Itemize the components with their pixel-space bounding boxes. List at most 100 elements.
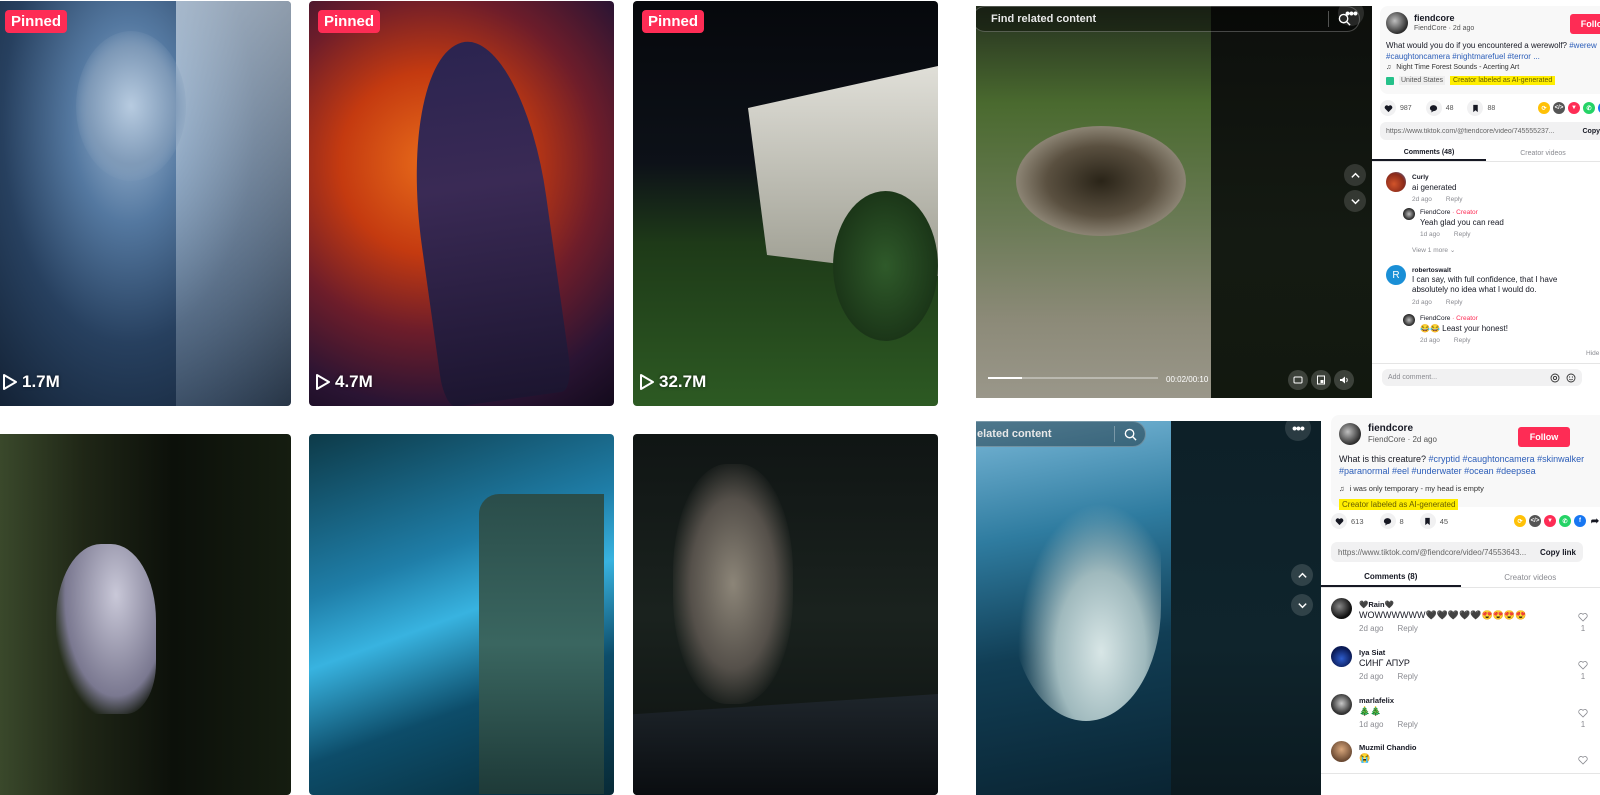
commenter-name[interactable]: Muzmil Chandio [1359,743,1417,752]
commenter-name[interactable]: robertoswalt [1412,267,1451,274]
view-more-replies[interactable]: View 1 more ⌄ [1412,246,1455,254]
commenter-name[interactable]: FiendCore · Creator [1420,315,1478,322]
comment-meta: 1d ago Reply [1420,231,1471,238]
commenter-name[interactable]: marlafelix [1359,696,1394,705]
repost-icon[interactable]: ⟳ [1514,515,1526,527]
commenter-avatar[interactable] [1386,172,1406,192]
video-details-panel: fiendcore FiendCore · 2d ago Follow What… [1372,0,1600,400]
video-thumbnail[interactable]: Pinned 32.7M [633,1,938,406]
creator-username[interactable]: fiendcore [1414,13,1455,23]
commenter-name[interactable]: 🖤Rain🖤 [1359,600,1394,609]
video-thumbnail[interactable] [309,434,614,795]
comment-like-count: 1 [1580,624,1586,633]
comment-like-button[interactable]: 1 [1578,612,1588,633]
save-button[interactable]: 45 [1419,513,1448,529]
video-frame[interactable] [976,6,1211,398]
embed-icon[interactable]: </> [1553,102,1565,114]
commenter-avatar[interactable] [1331,694,1352,715]
copy-link-button[interactable]: Copy link [1540,548,1576,557]
commenter-name[interactable]: Iya Siat [1359,648,1385,657]
creator-username[interactable]: fiendcore [1368,423,1413,434]
captions-button[interactable] [1288,370,1308,390]
commenter-avatar[interactable] [1331,646,1352,667]
share-icons: ⟳ </> ▼ ✆ f ➦ [1514,515,1600,527]
reply-button[interactable]: Reply [1397,624,1417,633]
volume-icon [1340,376,1348,384]
tab-comments[interactable]: Comments (8) [1321,568,1461,587]
tab-creator-videos[interactable]: Creator videos [1486,145,1600,161]
search-input[interactable]: elated content [976,428,1114,440]
commenter-avatar[interactable] [1331,741,1352,762]
like-button[interactable]: 613 [1331,513,1364,529]
comment-button[interactable]: 48 [1425,100,1453,116]
save-button[interactable]: 88 [1467,100,1495,116]
commenter-avatar[interactable]: R [1386,265,1406,285]
reply-button[interactable]: Reply [1397,720,1417,729]
next-video-button[interactable] [1291,594,1313,616]
whatsapp-icon[interactable]: ✆ [1559,515,1571,527]
video-url[interactable]: https://www.tiktok.com/@fiendcore/video/… [1386,128,1555,135]
post-info-card: fiendcore FiendCore · 2d ago Follow What… [1380,6,1600,94]
comment-like-button[interactable]: 1 [1578,708,1588,729]
commenter-name[interactable]: FiendCore · Creator [1420,209,1478,216]
like-button[interactable]: 987 [1380,100,1412,116]
comment-text: Yeah glad you can read [1420,218,1504,227]
video-thumbnail[interactable] [633,434,938,795]
commenter-name[interactable]: Curly [1412,174,1429,181]
reply-button[interactable]: Reply [1454,231,1471,238]
hide-replies-link[interactable]: Hide [1586,350,1599,357]
video-url[interactable]: https://www.tiktok.com/@fiendcore/video/… [1338,548,1526,557]
repost-icon[interactable]: ⟳ [1538,102,1550,114]
facebook-icon[interactable]: f [1574,515,1586,527]
music-track[interactable]: ♫ i was only temporary - my head is empt… [1339,484,1484,493]
follow-button[interactable]: Follow [1570,14,1600,34]
comment-like-count: 1 [1580,672,1586,681]
related-search[interactable]: Find related content [976,6,1360,32]
commenter-avatar[interactable] [1403,208,1415,220]
hashtag-link[interactable]: #caughtoncamera #nightmarefuel #terror .… [1386,52,1540,61]
previous-video-button[interactable] [1291,564,1313,586]
share-arrow-icon[interactable]: ➦ [1589,515,1600,527]
comment-like-button[interactable]: 1 [1578,660,1588,681]
comment-like-button[interactable] [1578,755,1588,765]
add-comment-box[interactable]: Add comment... [1382,369,1582,386]
follow-button[interactable]: Follow [1518,427,1570,447]
embed-icon[interactable]: </> [1529,515,1541,527]
video-player[interactable]: Find related content ••• 00:02/00:10 [976,6,1372,398]
emoji-icon[interactable] [1566,373,1576,383]
next-video-button[interactable] [1344,190,1366,212]
comment-button[interactable]: 8 [1379,513,1404,529]
tab-comments[interactable]: Comments (48) [1372,145,1486,161]
copy-link-button[interactable]: Copy link [1582,128,1600,135]
commenter-avatar[interactable] [1403,314,1415,326]
video-thumbnail[interactable] [0,434,291,795]
comment-input[interactable]: Add comment... [1388,374,1544,381]
commenter-avatar[interactable] [1331,598,1352,619]
action-bar: 987 48 88 ⟳ </> ▼ ✆ f [1380,100,1600,116]
video-thumbnail[interactable]: Pinned 1.7M [0,1,291,406]
volume-button[interactable] [1334,370,1354,390]
related-search[interactable]: elated content [976,421,1146,447]
video-thumbnail[interactable]: Pinned 4.7M [309,1,614,406]
reply-button[interactable]: Reply [1397,672,1417,681]
send-icon[interactable]: ▼ [1568,102,1580,114]
video-player[interactable]: elated content ••• [976,421,1321,795]
mention-icon[interactable] [1550,373,1560,383]
previous-video-button[interactable] [1344,164,1366,186]
whatsapp-icon[interactable]: ✆ [1583,102,1595,114]
comment-time: 2d ago [1359,672,1384,681]
creator-avatar[interactable] [1339,423,1361,445]
send-icon[interactable]: ▼ [1544,515,1556,527]
progress-bar[interactable] [988,377,1158,379]
reply-button[interactable]: Reply [1446,196,1463,203]
search-button[interactable] [1115,428,1145,441]
music-track[interactable]: ♫ Night Time Forest Sounds - Acerting Ar… [1386,64,1519,71]
creator-avatar[interactable] [1386,12,1408,34]
pip-button[interactable] [1311,370,1331,390]
reply-button[interactable]: Reply [1454,337,1471,344]
reply-button[interactable]: Reply [1446,299,1463,306]
hashtag-link[interactable]: #werew [1569,41,1597,50]
tab-creator-videos[interactable]: Creator videos [1461,568,1600,587]
search-input[interactable]: Find related content [976,13,1328,25]
video-frame[interactable] [976,421,1171,795]
